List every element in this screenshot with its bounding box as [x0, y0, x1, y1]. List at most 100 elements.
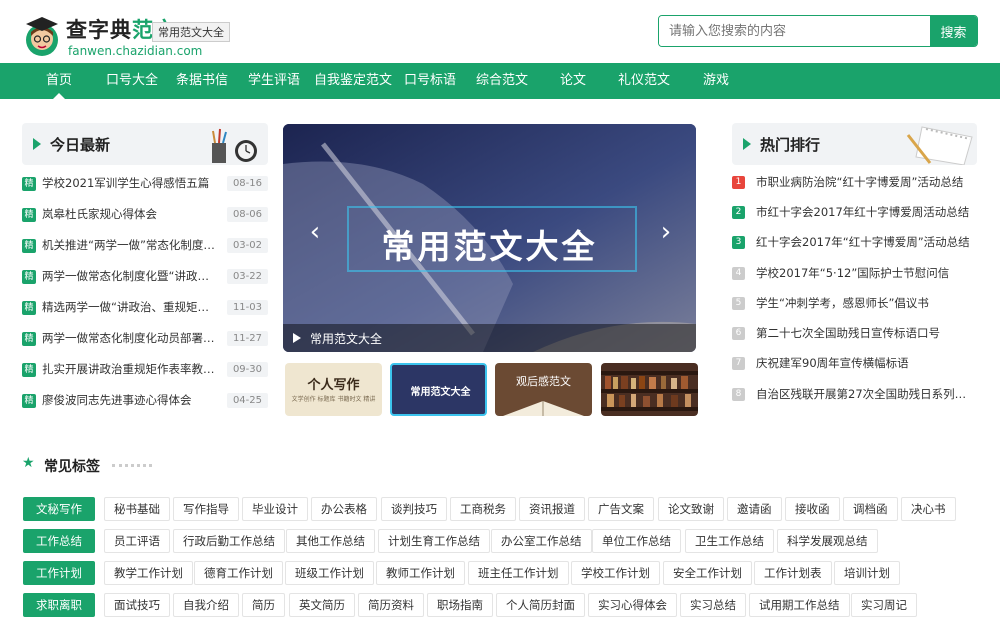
rank-item[interactable]: 1 市职业病防治院“红十字博爱周”活动总结	[732, 170, 977, 200]
tag-category[interactable]: 工作计划	[23, 561, 95, 585]
tag[interactable]: 个人简历封面	[496, 593, 585, 617]
rank-title[interactable]: 学校2017年“5·12”国际护士节慰问信	[756, 265, 974, 281]
nav-student-comments[interactable]: 学生评语	[248, 63, 300, 99]
tag[interactable]: 单位工作总结	[592, 529, 681, 553]
tag[interactable]: 接收函	[785, 497, 840, 521]
tag[interactable]: 班级工作计划	[285, 561, 374, 585]
rank-item[interactable]: 2 市红十字会2017年红十字博爱周活动总结	[732, 200, 977, 230]
news-item[interactable]: 精廖俊波同志先进事迹心得体会 04-25	[22, 387, 268, 417]
news-item[interactable]: 精机关推进“两学一做”常态化制度化学习教育心得体会 03-02	[22, 232, 268, 262]
tag[interactable]: 计划生育工作总结	[378, 529, 490, 553]
rank-title[interactable]: 市职业病防治院“红十字博爱周”活动总结	[756, 174, 974, 190]
tag[interactable]: 面试技巧	[104, 593, 170, 617]
tag[interactable]: 行政后勤工作总结	[173, 529, 285, 553]
tag[interactable]: 决心书	[901, 497, 956, 521]
news-title[interactable]: 两学一做常态化制度化暨“讲政治、有信念”专题讨论发言稿	[42, 268, 220, 284]
news-item[interactable]: 精扎实开展讲政治重规矩作表率教育心得 09-30	[22, 356, 268, 386]
rank-title[interactable]: 市红十字会2017年红十字博爱周活动总结	[756, 204, 974, 220]
news-item[interactable]: 精学校2021军训学生心得感悟五篇 08-16	[22, 170, 268, 200]
tag[interactable]: 广告文案	[588, 497, 654, 521]
nav-general[interactable]: 综合范文	[476, 63, 528, 99]
tag-category[interactable]: 文秘写作	[23, 497, 95, 521]
tag[interactable]: 毕业设计	[242, 497, 308, 521]
rank-item[interactable]: 5 学生“冲刺学考，感恩师长”倡议书	[732, 291, 977, 321]
tag[interactable]: 学校工作计划	[571, 561, 660, 585]
thumb-reviews[interactable]: 观后感范文	[495, 363, 592, 416]
news-item[interactable]: 精两学一做常态化制度化动员部署会讲话稿 11-27	[22, 325, 268, 355]
tag[interactable]: 卫生工作总结	[685, 529, 774, 553]
carousel-next-icon[interactable]: ›	[654, 219, 678, 245]
news-title[interactable]: 岚皋杜氏家规心得体会	[42, 206, 220, 222]
rank-title[interactable]: 学生“冲刺学考，感恩师长”倡议书	[756, 295, 974, 311]
tag[interactable]: 安全工作计划	[663, 561, 752, 585]
nav-etiquette[interactable]: 礼仪范文	[618, 63, 670, 99]
thumb-label: 常用范文大全	[410, 387, 471, 398]
tag[interactable]: 工作计划表	[754, 561, 832, 585]
news-title[interactable]: 机关推进“两学一做”常态化制度化学习教育心得体会	[42, 237, 220, 253]
tag[interactable]: 工商税务	[450, 497, 516, 521]
rank-title[interactable]: 庆祝建军90周年宣传横幅标语	[756, 355, 974, 371]
nav-games[interactable]: 游戏	[703, 63, 729, 99]
thumb-library[interactable]	[601, 363, 698, 416]
tag[interactable]: 班主任工作计划	[468, 561, 569, 585]
rank-item[interactable]: 8 自治区残联开展第27次全国助残日系列活动总结	[732, 382, 977, 412]
nav-slogans[interactable]: 口号大全	[106, 63, 158, 99]
nav-self-appraisal[interactable]: 自我鉴定范文	[314, 63, 392, 99]
tag[interactable]: 资讯报道	[519, 497, 585, 521]
tag[interactable]: 论文致谢	[658, 497, 724, 521]
rank-title[interactable]: 自治区残联开展第27次全国助残日系列活动总结	[756, 386, 974, 402]
tag[interactable]: 其他工作总结	[286, 529, 375, 553]
tag[interactable]: 科学发展观总结	[777, 529, 878, 553]
nav-papers[interactable]: 论文	[560, 63, 586, 99]
search-input[interactable]	[659, 16, 931, 46]
rank-item[interactable]: 3 红十字会2017年“红十字博爱周”活动总结	[732, 230, 977, 260]
tag[interactable]: 办公表格	[311, 497, 377, 521]
thumb-common-essays[interactable]: 常用范文大全	[390, 363, 487, 416]
search-button[interactable]: 搜索	[930, 16, 977, 46]
rank-title[interactable]: 第二十七次全国助残日宣传标语口号	[756, 325, 974, 341]
tag[interactable]: 职场指南	[427, 593, 493, 617]
tag[interactable]: 德育工作计划	[194, 561, 283, 585]
tag[interactable]: 调档函	[843, 497, 898, 521]
rank-item[interactable]: 7 庆祝建军90周年宣传横幅标语	[732, 351, 977, 381]
tag[interactable]: 简历资料	[358, 593, 424, 617]
rank-item[interactable]: 4 学校2017年“5·12”国际护士节慰问信	[732, 261, 977, 291]
tag[interactable]: 简历	[242, 593, 285, 617]
news-title[interactable]: 学校2021军训学生心得感悟五篇	[42, 175, 220, 191]
tag-category[interactable]: 工作总结	[23, 529, 95, 553]
rank-title[interactable]: 红十字会2017年“红十字博爱周”活动总结	[756, 234, 974, 250]
news-item[interactable]: 精精选两学一做“讲政治、重规矩、作表率”心得体会 11-03	[22, 294, 268, 324]
tag[interactable]: 教师工作计划	[376, 561, 465, 585]
tag[interactable]: 员工评语	[104, 529, 170, 553]
banner-carousel[interactable]: 常用范文大全 ‹ › 常用范文大全	[283, 124, 696, 352]
tag[interactable]: 实习心得体会	[588, 593, 677, 617]
tag[interactable]: 实习周记	[851, 593, 917, 617]
tag[interactable]: 邀请函	[727, 497, 782, 521]
news-title[interactable]: 两学一做常态化制度化动员部署会讲话稿	[42, 330, 220, 346]
news-item[interactable]: 精两学一做常态化制度化暨“讲政治、有信念”专题讨论发言稿 03-22	[22, 263, 268, 293]
featured-badge: 精	[22, 270, 36, 284]
carousel-prev-icon[interactable]: ‹	[303, 219, 327, 245]
rank-item[interactable]: 6 第二十七次全国助残日宣传标语口号	[732, 321, 977, 351]
tag[interactable]: 培训计划	[834, 561, 900, 585]
tag[interactable]: 试用期工作总结	[749, 593, 850, 617]
site-logo[interactable]: 查字典范文 常用范文大全 fanwen.chazidian.com	[22, 12, 232, 60]
news-title[interactable]: 廖俊波同志先进事迹心得体会	[42, 392, 220, 408]
tag[interactable]: 自我介绍	[173, 593, 239, 617]
news-title[interactable]: 精选两学一做“讲政治、重规矩、作表率”心得体会	[42, 299, 220, 315]
news-date: 03-22	[226, 269, 268, 284]
thumb-personal-writing[interactable]: 个人写作 文学创作 标题库 书籍时文 精讲	[285, 363, 382, 416]
nav-letters[interactable]: 条据书信	[176, 63, 228, 99]
news-title[interactable]: 扎实开展讲政治重规矩作表率教育心得	[42, 361, 220, 377]
tag[interactable]: 写作指导	[173, 497, 239, 521]
tag[interactable]: 办公室工作总结	[491, 529, 592, 553]
tag[interactable]: 实习总结	[680, 593, 746, 617]
tag-category[interactable]: 求职离职	[23, 593, 95, 617]
news-item[interactable]: 精岚皋杜氏家规心得体会 08-06	[22, 201, 268, 231]
tag[interactable]: 英文简历	[289, 593, 355, 617]
nav-slogan-banners[interactable]: 口号标语	[404, 63, 456, 99]
featured-badge: 精	[22, 208, 36, 222]
tag[interactable]: 谈判技巧	[381, 497, 447, 521]
tag[interactable]: 秘书基础	[104, 497, 170, 521]
tag[interactable]: 教学工作计划	[104, 561, 193, 585]
